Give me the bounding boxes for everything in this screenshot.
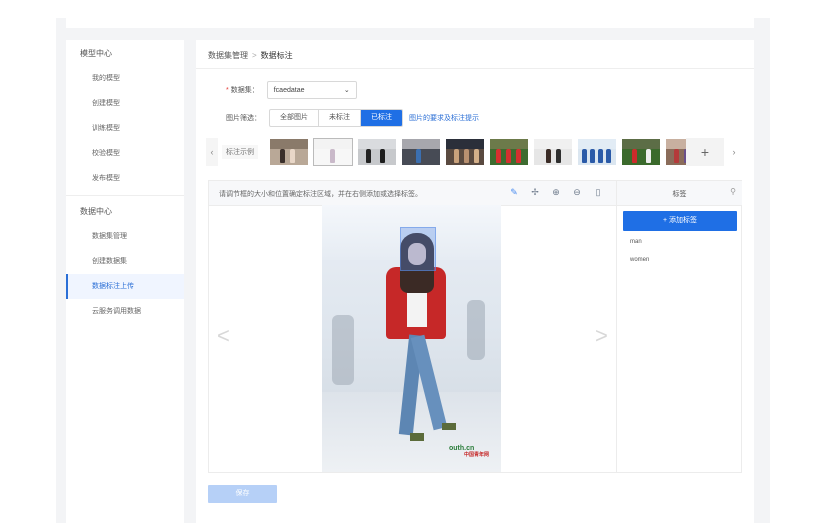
label-panel-title: 标签 — [672, 191, 687, 198]
photo-subject-shoe — [442, 423, 456, 430]
sidebar-item-create-dataset[interactable]: 创建数据集 — [66, 249, 184, 274]
next-image-icon[interactable]: > — [595, 323, 608, 349]
thumbnail-5[interactable] — [446, 139, 484, 165]
save-button[interactable]: 保存 — [208, 485, 277, 503]
chevron-right-icon: › — [732, 147, 736, 157]
filter-option-unlabeled[interactable]: 未标注 — [319, 110, 361, 126]
thumbnail-1[interactable] — [270, 139, 308, 165]
thumbnail-6[interactable] — [490, 139, 528, 165]
thumbnail-strip: ‹ 标注示例 + › — [206, 138, 744, 168]
sidebar-item-my-models[interactable]: 我的模型 — [66, 66, 184, 91]
zoom-out-icon[interactable]: ⊖ — [571, 186, 583, 198]
breadcrumb-parent[interactable]: 数据集管理 — [208, 51, 248, 60]
required-mark: * — [226, 86, 229, 94]
filter-label: 图片筛选： — [226, 115, 261, 122]
filter-option-labeled[interactable]: 已标注 — [361, 110, 402, 126]
photo-watermark-cn: 中国青年网 — [464, 452, 490, 458]
sidebar-item-dataset-management[interactable]: 数据集管理 — [66, 224, 184, 249]
thumbnail-8[interactable] — [578, 139, 616, 165]
search-icon[interactable]: ⚲ — [730, 187, 736, 196]
thumbnail-prev-button[interactable]: ‹ — [206, 138, 218, 166]
header-divider — [196, 68, 754, 69]
photo-background-person — [332, 315, 354, 385]
chevron-down-icon: ⌄ — [343, 87, 350, 94]
label-panel: + 添加标签 man women — [616, 205, 742, 472]
annotation-bounding-box[interactable] — [400, 227, 436, 271]
dataset-select[interactable]: fcaedatae ⌄ — [266, 81, 357, 99]
thumbnail-next-button[interactable]: › — [728, 138, 740, 166]
example-chip[interactable]: 标注示例 — [222, 145, 258, 159]
label-panel-header: 标签 ⚲ — [616, 181, 742, 206]
dataset-label: 数据集： — [230, 87, 259, 94]
thumbnail-9[interactable] — [622, 139, 660, 165]
add-image-button[interactable]: + — [686, 138, 724, 166]
zoom-in-icon[interactable]: ⊕ — [550, 186, 562, 198]
sidebar-item-cloud-service-data[interactable]: 云服务调用数据 — [66, 299, 184, 324]
sidebar-group-model-center: 模型中心 — [80, 49, 112, 58]
sidebar-item-data-labeling[interactable]: 数据标注上传 — [66, 274, 184, 299]
plus-icon: + — [700, 144, 710, 160]
sidebar-item-create-model[interactable]: 创建模型 — [66, 91, 184, 116]
chevron-left-icon: ‹ — [210, 147, 214, 157]
add-label-button[interactable]: + 添加标签 — [623, 211, 737, 231]
breadcrumb-current: 数据标注 — [260, 51, 293, 60]
filter-option-all[interactable]: 全部图片 — [270, 110, 319, 126]
toolbar-tip: 请调节框的大小和位置确定标注区域，并在右侧添加或选择标签。 — [219, 191, 422, 198]
toolbar-tools: ✎ ✢ ⊕ ⊖ ▯ — [508, 186, 604, 198]
main-panel: 数据集管理 > 数据标注 * 数据集： fcaedatae ⌄ 图片筛选： 全部图片… — [196, 40, 754, 523]
thumbnail-3[interactable] — [358, 139, 396, 165]
sidebar-item-train-model[interactable]: 训练模型 — [66, 116, 184, 141]
dataset-row: * 数据集： fcaedatae ⌄ — [226, 80, 357, 100]
edit-icon[interactable]: ✎ — [508, 186, 520, 198]
annotation-toolbar: 请调节框的大小和位置确定标注区域，并在右侧添加或选择标签。 ✎ ✢ ⊕ ⊖ ▯ — [209, 181, 616, 206]
breadcrumb-separator: > — [252, 51, 257, 60]
annotation-image[interactable]: 中国青年网 outh.cn — [322, 205, 501, 472]
move-icon[interactable]: ✢ — [529, 186, 541, 198]
delete-icon[interactable]: ▯ — [592, 186, 604, 198]
sidebar-group-data-center: 数据中心 — [80, 207, 112, 216]
sidebar-divider — [66, 195, 184, 196]
annotation-workarea: 请调节框的大小和位置确定标注区域，并在右侧添加或选择标签。 ✎ ✢ ⊕ ⊖ ▯ … — [208, 180, 742, 473]
filter-row: 图片筛选： 全部图片 未标注 已标注 图片的要求及标注提示 — [226, 109, 479, 127]
sidebar: 模型中心 我的模型 创建模型 训练模型 校验模型 发布模型 数据中心 数据集管理… — [66, 40, 184, 523]
photo-background-person — [467, 300, 485, 360]
thumbnail-2[interactable] — [313, 138, 353, 166]
prev-image-icon[interactable]: < — [217, 323, 230, 349]
top-strip — [66, 18, 754, 28]
sidebar-item-publish-model[interactable]: 发布模型 — [66, 166, 184, 191]
breadcrumb: 数据集管理 > 数据标注 — [208, 50, 293, 61]
label-item-women[interactable]: women — [630, 257, 649, 263]
photo-subject-shoe — [410, 433, 424, 441]
filter-segmented-control: 全部图片 未标注 已标注 — [269, 109, 403, 127]
annotation-canvas[interactable]: < 中国青年网 outh.cn > — [209, 205, 616, 472]
dataset-select-value: fcaedatae — [273, 86, 305, 94]
requirements-link[interactable]: 图片的要求及标注提示 — [409, 113, 479, 123]
photo-watermark: outh.cn — [449, 445, 475, 452]
sidebar-item-validate-model[interactable]: 校验模型 — [66, 141, 184, 166]
thumbnail-7[interactable] — [534, 139, 572, 165]
thumbnail-4[interactable] — [402, 139, 440, 165]
label-item-man[interactable]: man — [630, 239, 642, 245]
